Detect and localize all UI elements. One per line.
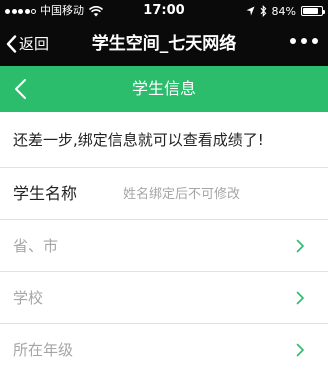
province-city-label: 省、市 xyxy=(13,237,59,255)
student-name-label: 学生名称 xyxy=(13,184,78,203)
battery-level-fill xyxy=(303,8,319,14)
status-bar-right: 84% xyxy=(246,4,325,18)
student-name-row: 学生名称 xyxy=(0,168,328,220)
battery-percentage: 84% xyxy=(271,4,296,18)
battery-icon xyxy=(301,6,325,16)
page-header: 学生信息 xyxy=(0,66,328,112)
nav-title: 学生空间_七天网络 xyxy=(91,34,237,54)
grade-row[interactable]: 所在年级 xyxy=(0,324,328,375)
province-city-row[interactable]: 省、市 xyxy=(0,220,328,272)
bluetooth-icon xyxy=(260,5,266,17)
grade-label: 所在年级 xyxy=(13,341,74,359)
page-title: 学生信息 xyxy=(131,79,196,98)
navigation-bar: 返回 学生空间_七天网络 xyxy=(0,22,328,66)
school-row[interactable]: 学校 xyxy=(0,272,328,324)
more-dots-icon[interactable] xyxy=(290,38,318,44)
chevron-right-icon xyxy=(296,291,304,305)
bind-notice: 还差一步,绑定信息就可以查看成绩了! xyxy=(0,112,328,168)
chevron-right-icon xyxy=(296,239,304,253)
location-arrow-icon xyxy=(246,6,255,16)
student-name-input[interactable] xyxy=(118,180,308,208)
status-bar: 中国移动 17:00 84% xyxy=(0,0,328,22)
chevron-right-icon xyxy=(296,343,304,357)
battery-cap xyxy=(323,10,325,14)
school-label: 学校 xyxy=(13,289,44,307)
